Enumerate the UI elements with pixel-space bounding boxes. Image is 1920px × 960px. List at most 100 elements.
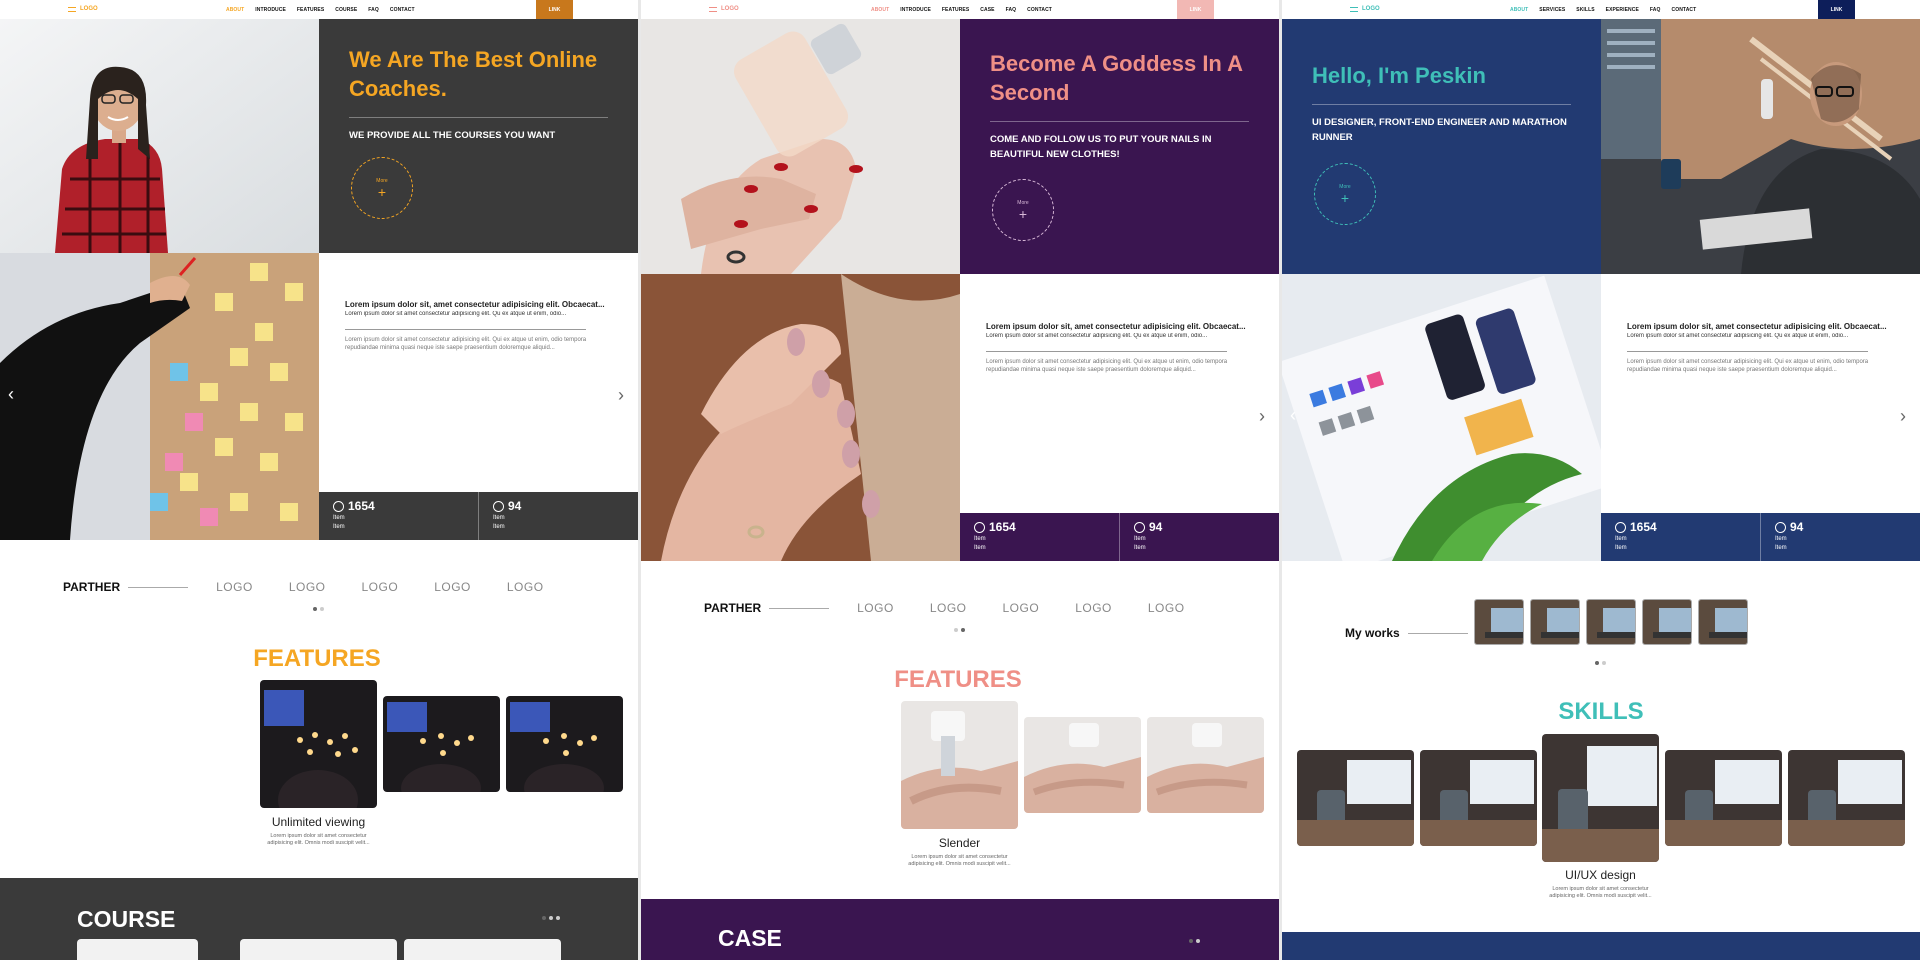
work-thumb[interactable]	[1698, 599, 1748, 645]
prev-arrow-icon[interactable]: ‹	[1290, 406, 1296, 424]
navbar: LOGO ABOUT SERVICES SKILLS EXPERIENCE FA…	[1282, 0, 1920, 19]
feature-card-main[interactable]	[260, 680, 377, 808]
feature-desc: Lorem ipsum dolor sit amet consectetur a…	[908, 854, 1011, 867]
nav-item-experience[interactable]: EXPERIENCE	[1606, 7, 1639, 13]
more-button[interactable]: More +	[1314, 163, 1376, 225]
nav-item-contact[interactable]: CONTACT	[1027, 7, 1052, 13]
info-text-block: Lorem ipsum dolor sit, amet consectetur …	[986, 322, 1246, 373]
partner-logo[interactable]: LOGO	[216, 580, 253, 594]
skill-card-main[interactable]	[1542, 734, 1659, 862]
next-arrow-icon[interactable]: ›	[618, 386, 624, 404]
nav-item-skills[interactable]: SKILLS	[1576, 7, 1594, 13]
prev-arrow-icon[interactable]: ‹	[8, 385, 14, 403]
nav-item-course[interactable]: COURSE	[335, 7, 357, 13]
nav-link-button[interactable]: LINK	[1818, 0, 1855, 19]
skill-card[interactable]	[1788, 750, 1905, 846]
nav-item-faq[interactable]: FAQ	[1006, 7, 1017, 13]
menu-icon[interactable]	[1350, 6, 1358, 12]
case-title: CASE	[718, 925, 782, 951]
stat-item: 1654 Item Item	[1615, 520, 1657, 551]
hero-divider	[349, 117, 608, 118]
partner-logos: LOGO LOGO LOGO LOGO LOGO	[216, 580, 543, 594]
stat-item: 94 Item Item	[478, 492, 638, 540]
feature-desc: Lorem ipsum dolor sit amet consectetur a…	[267, 833, 370, 846]
menu-icon[interactable]	[709, 6, 717, 12]
partner-logo[interactable]: LOGO	[1075, 601, 1112, 615]
nav-logo[interactable]: LOGO	[709, 6, 739, 12]
partner-logo[interactable]: LOGO	[362, 580, 399, 594]
course-title: COURSE	[77, 906, 176, 932]
feature-name: Unlimited viewing	[271, 815, 366, 829]
next-arrow-icon[interactable]: ›	[1259, 407, 1265, 425]
nav-logo[interactable]: LOGO	[68, 6, 98, 12]
plus-icon: +	[1018, 206, 1028, 222]
nav-item-services[interactable]: SERVICES	[1539, 7, 1565, 13]
feature-name: Slender	[938, 836, 981, 850]
carousel-dots[interactable]	[313, 607, 324, 611]
feature-card[interactable]	[506, 696, 623, 792]
nav-item-contact[interactable]: CONTACT	[1672, 7, 1697, 13]
nav-item-introduce[interactable]: INTRODUCE	[255, 7, 286, 13]
partner-logo[interactable]: LOGO	[507, 580, 544, 594]
check-circle-icon	[1134, 521, 1145, 533]
nav-link-button[interactable]: LINK	[1177, 0, 1214, 19]
partner-logo[interactable]: LOGO	[857, 601, 894, 615]
course-card[interactable]	[77, 939, 198, 960]
hero-divider	[990, 121, 1249, 122]
nav-logo[interactable]: LOGO	[1350, 6, 1380, 12]
feature-card[interactable]	[1147, 717, 1264, 813]
nav-item-faq[interactable]: FAQ	[368, 7, 379, 13]
nav-item-introduce[interactable]: INTRODUCE	[900, 7, 931, 13]
nav-item-features[interactable]: FEATURES	[942, 7, 969, 13]
nav-menu: ABOUT INTRODUCE FEATURES CASE FAQ CONTAC…	[871, 7, 1052, 13]
stat-item: 1654 Item Item	[333, 499, 375, 530]
course-card[interactable]	[240, 939, 397, 960]
more-button[interactable]: More +	[992, 179, 1054, 241]
hero-subtitle: WE PROVIDE ALL THE COURSES YOU WANT	[349, 130, 556, 141]
work-thumb[interactable]	[1642, 599, 1692, 645]
more-button[interactable]: More +	[351, 157, 413, 219]
carousel-dots[interactable]	[1595, 661, 1606, 665]
nav-item-features[interactable]: FEATURES	[297, 7, 324, 13]
check-circle-icon	[493, 500, 504, 512]
nav-item-about[interactable]: ABOUT	[871, 7, 889, 13]
next-arrow-icon[interactable]: ›	[1900, 407, 1906, 425]
feature-card-main[interactable]	[901, 701, 1018, 829]
carousel-dots[interactable]	[954, 628, 965, 632]
hero-title: We Are The Best Online Coaches.	[349, 47, 598, 101]
feature-card[interactable]	[383, 696, 500, 792]
nav-link-button[interactable]: LINK	[536, 0, 573, 19]
skill-name: UI/UX design	[1565, 868, 1636, 882]
nav-item-case[interactable]: CASE	[980, 7, 994, 13]
feature-caption: Slender Lorem ipsum dolor sit amet conse…	[901, 836, 1018, 868]
work-thumb[interactable]	[1474, 599, 1524, 645]
course-card[interactable]	[404, 939, 561, 960]
partner-row: PARTHER LOGO LOGO LOGO LOGO LOGO	[704, 601, 1185, 615]
partner-logo[interactable]: LOGO	[289, 580, 326, 594]
skill-card[interactable]	[1297, 750, 1414, 846]
work-thumb[interactable]	[1586, 599, 1636, 645]
course-section: COURSE	[0, 878, 638, 960]
menu-icon[interactable]	[68, 6, 76, 12]
partner-logo[interactable]: LOGO	[930, 601, 967, 615]
hero-photo-perfume	[641, 19, 960, 274]
clock-icon	[333, 500, 344, 512]
skill-card[interactable]	[1665, 750, 1782, 846]
nav-item-about[interactable]: ABOUT	[1510, 7, 1528, 13]
nav-item-about[interactable]: ABOUT	[226, 7, 244, 13]
feature-card[interactable]	[1024, 717, 1141, 813]
carousel-dots[interactable]	[1189, 939, 1200, 943]
section-title: SKILLS	[1558, 698, 1644, 725]
nav-item-faq[interactable]: FAQ	[1650, 7, 1661, 13]
carousel-dots[interactable]	[542, 916, 560, 920]
skill-card[interactable]	[1420, 750, 1537, 846]
partner-logo[interactable]: LOGO	[1148, 601, 1185, 615]
hero-panel: We Are The Best Online Coaches. WE PROVI…	[319, 19, 638, 253]
hero-subtitle: COME AND FOLLOW US TO PUT YOUR NAILS IN …	[990, 134, 1212, 160]
partner-logo[interactable]: LOGO	[434, 580, 471, 594]
nav-item-contact[interactable]: CONTACT	[390, 7, 415, 13]
work-thumb[interactable]	[1530, 599, 1580, 645]
check-circle-icon	[1775, 521, 1786, 533]
stat-item: 94 Item Item	[1119, 513, 1279, 561]
partner-logo[interactable]: LOGO	[1003, 601, 1040, 615]
